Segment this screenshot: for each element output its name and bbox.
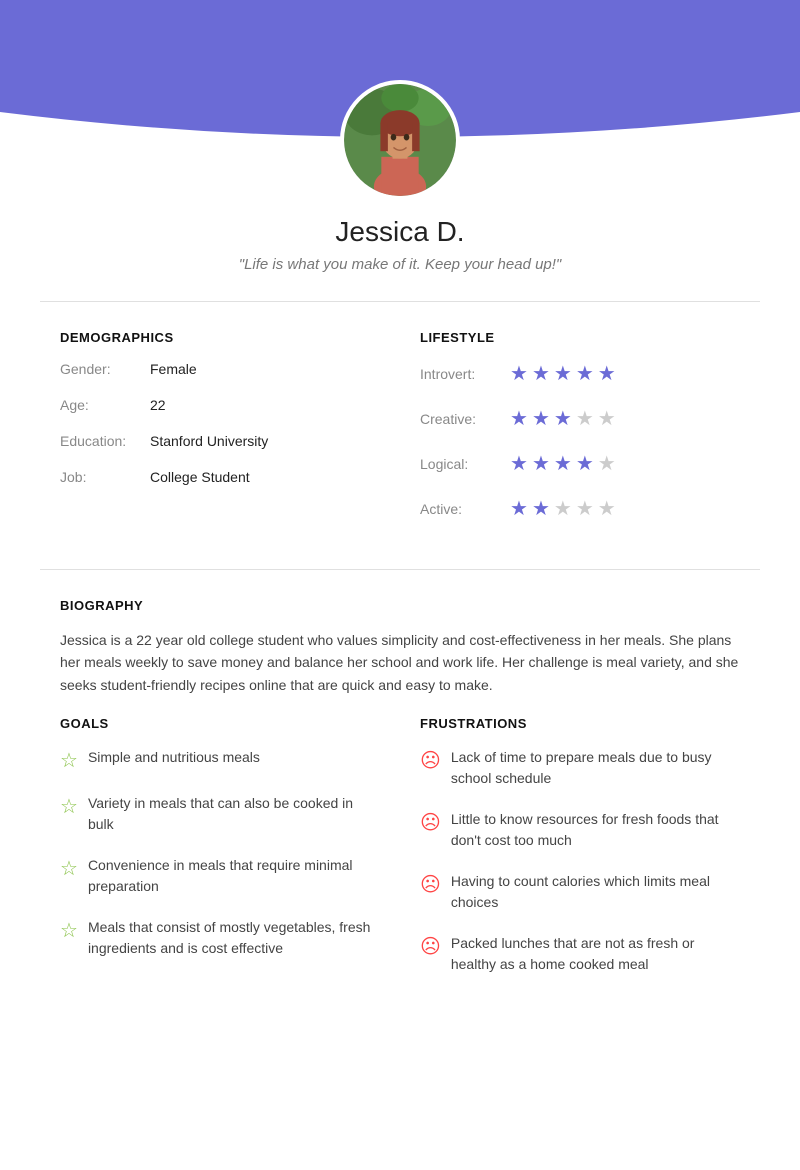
goal-star-icon-1: ☆ [60, 748, 78, 773]
job-label: Job: [60, 469, 150, 485]
goals-frustrations-section: GOALS ☆ Simple and nutritious meals ☆ Va… [0, 716, 800, 995]
frustration-item-2: ☹ Little to know resources for fresh foo… [420, 809, 740, 851]
age-label: Age: [60, 397, 150, 413]
avatar [340, 80, 460, 200]
age-row: Age: 22 [60, 397, 380, 413]
star-3: ★ [554, 406, 572, 431]
star-3: ★ [554, 361, 572, 386]
goal-text-4: Meals that consist of mostly vegetables,… [88, 917, 380, 959]
introvert-stars: ★ ★ ★ ★ ★ [510, 361, 616, 386]
frustration-icon-3: ☹ [420, 872, 441, 897]
frustrations-title: FRUSTRATIONS [420, 716, 740, 731]
goal-star-icon-3: ☆ [60, 856, 78, 881]
creative-row: Creative: ★ ★ ★ ★ ★ [420, 406, 740, 431]
star-5: ★ [598, 451, 616, 476]
star-4: ★ [576, 361, 594, 386]
introvert-row: Introvert: ★ ★ ★ ★ ★ [420, 361, 740, 386]
frustration-item-4: ☹ Packed lunches that are not as fresh o… [420, 933, 740, 975]
divider-2 [40, 569, 760, 570]
creative-stars: ★ ★ ★ ★ ★ [510, 406, 616, 431]
avatar-wrapper [0, 80, 800, 200]
star-4: ★ [576, 406, 594, 431]
job-value: College Student [150, 469, 250, 485]
active-stars: ★ ★ ★ ★ ★ [510, 496, 616, 521]
goal-star-icon-2: ☆ [60, 794, 78, 819]
goal-item-2: ☆ Variety in meals that can also be cook… [60, 793, 380, 835]
info-section: DEMOGRAPHICS Gender: Female Age: 22 Educ… [0, 330, 800, 541]
demographics-title: DEMOGRAPHICS [60, 330, 380, 345]
star-1: ★ [510, 406, 528, 431]
profile-name: Jessica D. [0, 216, 800, 248]
frustration-item-1: ☹ Lack of time to prepare meals due to b… [420, 747, 740, 789]
star-3: ★ [554, 451, 572, 476]
goal-text-3: Convenience in meals that require minima… [88, 855, 380, 897]
star-1: ★ [510, 451, 528, 476]
job-row: Job: College Student [60, 469, 380, 485]
goal-item-4: ☆ Meals that consist of mostly vegetable… [60, 917, 380, 959]
age-value: 22 [150, 397, 166, 413]
gender-label: Gender: [60, 361, 150, 377]
goal-item-1: ☆ Simple and nutritious meals [60, 747, 380, 773]
education-row: Education: Stanford University [60, 433, 380, 449]
star-1: ★ [510, 361, 528, 386]
introvert-label: Introvert: [420, 366, 510, 382]
star-1: ★ [510, 496, 528, 521]
frustration-icon-2: ☹ [420, 810, 441, 835]
star-5: ★ [598, 496, 616, 521]
frustration-item-3: ☹ Having to count calories which limits … [420, 871, 740, 913]
goal-star-icon-4: ☆ [60, 918, 78, 943]
star-2: ★ [532, 451, 550, 476]
lifestyle-col: LIFESTYLE Introvert: ★ ★ ★ ★ ★ Creative:… [420, 330, 740, 541]
frustration-text-3: Having to count calories which limits me… [451, 871, 740, 913]
education-value: Stanford University [150, 433, 268, 449]
goals-title: GOALS [60, 716, 380, 731]
frustration-text-4: Packed lunches that are not as fresh or … [451, 933, 740, 975]
star-3: ★ [554, 496, 572, 521]
gender-row: Gender: Female [60, 361, 380, 377]
demographics-col: DEMOGRAPHICS Gender: Female Age: 22 Educ… [60, 330, 380, 541]
lifestyle-title: LIFESTYLE [420, 330, 740, 345]
goal-text-2: Variety in meals that can also be cooked… [88, 793, 380, 835]
active-row: Active: ★ ★ ★ ★ ★ [420, 496, 740, 521]
logical-stars: ★ ★ ★ ★ ★ [510, 451, 616, 476]
frustration-icon-4: ☹ [420, 934, 441, 959]
divider-1 [40, 301, 760, 302]
goal-item-3: ☆ Convenience in meals that require mini… [60, 855, 380, 897]
frustrations-col: FRUSTRATIONS ☹ Lack of time to prepare m… [420, 716, 740, 995]
biography-text: Jessica is a 22 year old college student… [60, 629, 740, 696]
biography-title: BIOGRAPHY [60, 598, 740, 613]
goals-col: GOALS ☆ Simple and nutritious meals ☆ Va… [60, 716, 380, 995]
profile-quote: "Life is what you make of it. Keep your … [0, 256, 800, 273]
education-label: Education: [60, 433, 150, 449]
logical-label: Logical: [420, 456, 510, 472]
frustration-text-1: Lack of time to prepare meals due to bus… [451, 747, 740, 789]
logical-row: Logical: ★ ★ ★ ★ ★ [420, 451, 740, 476]
star-5: ★ [598, 361, 616, 386]
frustration-text-2: Little to know resources for fresh foods… [451, 809, 740, 851]
star-2: ★ [532, 496, 550, 521]
biography-section: BIOGRAPHY Jessica is a 22 year old colle… [0, 598, 800, 696]
star-2: ★ [532, 361, 550, 386]
creative-label: Creative: [420, 411, 510, 427]
star-5: ★ [598, 406, 616, 431]
gender-value: Female [150, 361, 197, 377]
star-4: ★ [576, 496, 594, 521]
frustration-icon-1: ☹ [420, 748, 441, 773]
star-2: ★ [532, 406, 550, 431]
star-4: ★ [576, 451, 594, 476]
goal-text-1: Simple and nutritious meals [88, 747, 260, 768]
active-label: Active: [420, 501, 510, 517]
